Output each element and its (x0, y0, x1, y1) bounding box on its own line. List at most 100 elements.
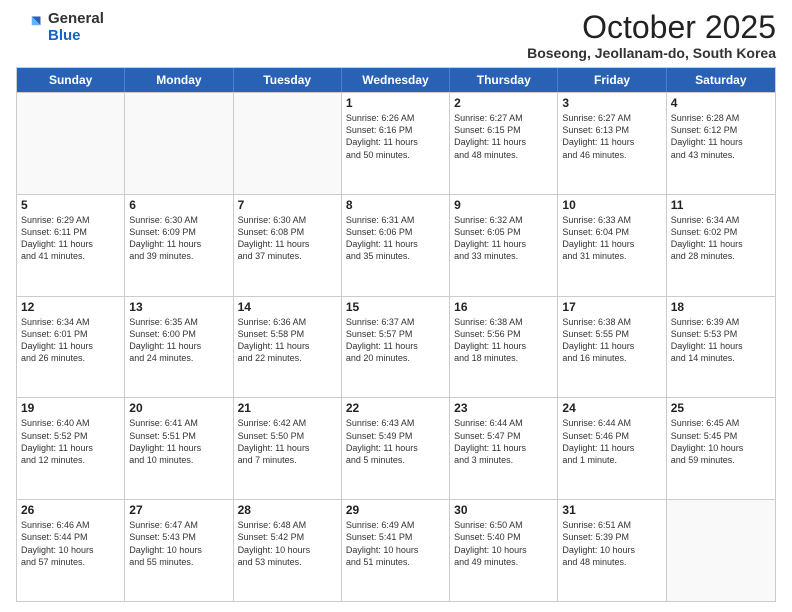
cell-info: Sunrise: 6:29 AM Sunset: 6:11 PM Dayligh… (21, 214, 120, 263)
day-number: 25 (671, 401, 771, 415)
day-number: 22 (346, 401, 445, 415)
calendar-cell: 26 Sunrise: 6:46 AM Sunset: 5:44 PM Dayli… (17, 500, 125, 601)
day-number: 26 (21, 503, 120, 517)
day-number: 13 (129, 300, 228, 314)
day-number: 6 (129, 198, 228, 212)
day-number: 8 (346, 198, 445, 212)
day-number: 9 (454, 198, 553, 212)
calendar-body: 1Sunrise: 6:26 AM Sunset: 6:16 PM Daylig… (17, 92, 775, 601)
title-block: October 2025 Boseong, Jeollanam-do, Sout… (527, 10, 776, 61)
calendar-cell (17, 93, 125, 194)
day-number: 16 (454, 300, 553, 314)
calendar-cell: 27 Sunrise: 6:47 AM Sunset: 5:43 PM Dayli… (125, 500, 233, 601)
cell-info: Sunrise: 6:47 AM Sunset: 5:43 PM Dayligh… (129, 519, 228, 568)
day-number: 11 (671, 198, 771, 212)
calendar-row-4: 26 Sunrise: 6:46 AM Sunset: 5:44 PM Dayli… (17, 499, 775, 601)
day-number: 31 (562, 503, 661, 517)
cell-info: Sunrise: 6:33 AM Sunset: 6:04 PM Dayligh… (562, 214, 661, 263)
calendar-cell: 31Sunrise: 6:51 AM Sunset: 5:39 PM Dayli… (558, 500, 666, 601)
cell-info: Sunrise: 6:40 AM Sunset: 5:52 PM Dayligh… (21, 417, 120, 466)
cell-info: Sunrise: 6:44 AM Sunset: 5:46 PM Dayligh… (562, 417, 661, 466)
calendar-header-row: SundayMondayTuesdayWednesdayThursdayFrid… (17, 68, 775, 92)
location: Boseong, Jeollanam-do, South Korea (527, 45, 776, 61)
day-number: 27 (129, 503, 228, 517)
day-number: 2 (454, 96, 553, 110)
cell-info: Sunrise: 6:32 AM Sunset: 6:05 PM Dayligh… (454, 214, 553, 263)
calendar-cell: 8 Sunrise: 6:31 AM Sunset: 6:06 PM Daylig… (342, 195, 450, 296)
calendar-cell: 30 Sunrise: 6:50 AM Sunset: 5:40 PM Dayli… (450, 500, 558, 601)
calendar-cell: 15 Sunrise: 6:37 AM Sunset: 5:57 PM Dayli… (342, 297, 450, 398)
cell-info: Sunrise: 6:41 AM Sunset: 5:51 PM Dayligh… (129, 417, 228, 466)
header: General Blue October 2025 Boseong, Jeoll… (16, 10, 776, 61)
calendar-row-2: 12Sunrise: 6:34 AM Sunset: 6:01 PM Dayli… (17, 296, 775, 398)
day-number: 3 (562, 96, 661, 110)
day-number: 18 (671, 300, 771, 314)
cell-info: Sunrise: 6:39 AM Sunset: 5:53 PM Dayligh… (671, 316, 771, 365)
calendar-cell (234, 93, 342, 194)
calendar-cell: 4Sunrise: 6:28 AM Sunset: 6:12 PM Daylig… (667, 93, 775, 194)
header-cell-monday: Monday (125, 68, 233, 92)
cell-info: Sunrise: 6:38 AM Sunset: 5:55 PM Dayligh… (562, 316, 661, 365)
cell-info: Sunrise: 6:31 AM Sunset: 6:06 PM Dayligh… (346, 214, 445, 263)
calendar-cell: 28 Sunrise: 6:48 AM Sunset: 5:42 PM Dayli… (234, 500, 342, 601)
day-number: 23 (454, 401, 553, 415)
cell-info: Sunrise: 6:45 AM Sunset: 5:45 PM Dayligh… (671, 417, 771, 466)
cell-info: Sunrise: 6:48 AM Sunset: 5:42 PM Dayligh… (238, 519, 337, 568)
cell-info: Sunrise: 6:35 AM Sunset: 6:00 PM Dayligh… (129, 316, 228, 365)
cell-info: Sunrise: 6:38 AM Sunset: 5:56 PM Dayligh… (454, 316, 553, 365)
calendar-cell: 21 Sunrise: 6:42 AM Sunset: 5:50 PM Dayli… (234, 398, 342, 499)
calendar-cell: 24Sunrise: 6:44 AM Sunset: 5:46 PM Dayli… (558, 398, 666, 499)
cell-info: Sunrise: 6:43 AM Sunset: 5:49 PM Dayligh… (346, 417, 445, 466)
calendar-cell: 17Sunrise: 6:38 AM Sunset: 5:55 PM Dayli… (558, 297, 666, 398)
day-number: 7 (238, 198, 337, 212)
cell-info: Sunrise: 6:27 AM Sunset: 6:15 PM Dayligh… (454, 112, 553, 161)
cell-info: Sunrise: 6:30 AM Sunset: 6:09 PM Dayligh… (129, 214, 228, 263)
calendar-cell (125, 93, 233, 194)
cell-info: Sunrise: 6:37 AM Sunset: 5:57 PM Dayligh… (346, 316, 445, 365)
day-number: 20 (129, 401, 228, 415)
header-cell-thursday: Thursday (450, 68, 558, 92)
cell-info: Sunrise: 6:30 AM Sunset: 6:08 PM Dayligh… (238, 214, 337, 263)
day-number: 15 (346, 300, 445, 314)
header-cell-tuesday: Tuesday (234, 68, 342, 92)
calendar-row-0: 1Sunrise: 6:26 AM Sunset: 6:16 PM Daylig… (17, 92, 775, 194)
day-number: 29 (346, 503, 445, 517)
calendar-cell: 1Sunrise: 6:26 AM Sunset: 6:16 PM Daylig… (342, 93, 450, 194)
calendar-cell: 9 Sunrise: 6:32 AM Sunset: 6:05 PM Daylig… (450, 195, 558, 296)
cell-info: Sunrise: 6:42 AM Sunset: 5:50 PM Dayligh… (238, 417, 337, 466)
logo-icon (16, 13, 44, 41)
day-number: 19 (21, 401, 120, 415)
cell-info: Sunrise: 6:36 AM Sunset: 5:58 PM Dayligh… (238, 316, 337, 365)
day-number: 21 (238, 401, 337, 415)
day-number: 28 (238, 503, 337, 517)
logo: General Blue (16, 10, 104, 45)
calendar-cell: 2 Sunrise: 6:27 AM Sunset: 6:15 PM Daylig… (450, 93, 558, 194)
calendar-cell: 19 Sunrise: 6:40 AM Sunset: 5:52 PM Dayli… (17, 398, 125, 499)
calendar-cell: 25 Sunrise: 6:45 AM Sunset: 5:45 PM Dayli… (667, 398, 775, 499)
calendar-cell: 5Sunrise: 6:29 AM Sunset: 6:11 PM Daylig… (17, 195, 125, 296)
calendar-cell: 7 Sunrise: 6:30 AM Sunset: 6:08 PM Daylig… (234, 195, 342, 296)
calendar-cell: 10 Sunrise: 6:33 AM Sunset: 6:04 PM Dayli… (558, 195, 666, 296)
logo-general: General (48, 10, 104, 27)
page: General Blue October 2025 Boseong, Jeoll… (0, 0, 792, 612)
cell-info: Sunrise: 6:50 AM Sunset: 5:40 PM Dayligh… (454, 519, 553, 568)
cell-info: Sunrise: 6:28 AM Sunset: 6:12 PM Dayligh… (671, 112, 771, 161)
calendar-cell: 29Sunrise: 6:49 AM Sunset: 5:41 PM Dayli… (342, 500, 450, 601)
day-number: 10 (562, 198, 661, 212)
calendar-cell: 23Sunrise: 6:44 AM Sunset: 5:47 PM Dayli… (450, 398, 558, 499)
header-cell-sunday: Sunday (17, 68, 125, 92)
day-number: 1 (346, 96, 445, 110)
calendar: SundayMondayTuesdayWednesdayThursdayFrid… (16, 67, 776, 602)
calendar-cell: 13 Sunrise: 6:35 AM Sunset: 6:00 PM Dayli… (125, 297, 233, 398)
day-number: 30 (454, 503, 553, 517)
calendar-cell: 12Sunrise: 6:34 AM Sunset: 6:01 PM Dayli… (17, 297, 125, 398)
logo-blue: Blue (48, 27, 104, 44)
calendar-cell: 22 Sunrise: 6:43 AM Sunset: 5:49 PM Dayli… (342, 398, 450, 499)
cell-info: Sunrise: 6:27 AM Sunset: 6:13 PM Dayligh… (562, 112, 661, 161)
header-cell-wednesday: Wednesday (342, 68, 450, 92)
calendar-cell: 20 Sunrise: 6:41 AM Sunset: 5:51 PM Dayli… (125, 398, 233, 499)
calendar-cell: 11Sunrise: 6:34 AM Sunset: 6:02 PM Dayli… (667, 195, 775, 296)
calendar-cell: 14Sunrise: 6:36 AM Sunset: 5:58 PM Dayli… (234, 297, 342, 398)
month-title: October 2025 (527, 10, 776, 45)
cell-info: Sunrise: 6:46 AM Sunset: 5:44 PM Dayligh… (21, 519, 120, 568)
